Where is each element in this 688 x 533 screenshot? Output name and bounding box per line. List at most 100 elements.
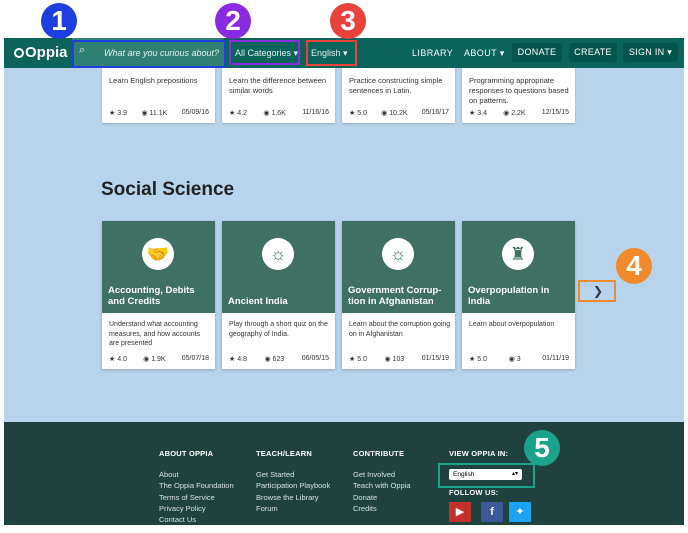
logo-text: Oppia: [25, 44, 68, 61]
footer-heading: FOLLOW US:: [449, 488, 499, 497]
footer-link[interactable]: Participation Playbook: [256, 480, 330, 491]
about-menu[interactable]: ABOUT ▾: [464, 48, 505, 59]
date: 01/15/19: [421, 355, 449, 362]
twitter-icon[interactable]: ✦: [509, 502, 531, 522]
eye-icon: ◉: [264, 356, 271, 363]
exploration-card[interactable]: Programming appropriate responses to que…: [462, 68, 575, 123]
date: 06/05/15: [301, 355, 329, 362]
facebook-icon[interactable]: f: [481, 502, 503, 522]
card-stats: ★ 5.0 ◉ 3 01/11/19: [469, 355, 569, 363]
card-stats: ★ 5.0 ◉ 10.2K 05/16/17: [349, 109, 449, 117]
donate-button[interactable]: DONATE: [512, 43, 562, 62]
views: 623: [272, 356, 285, 363]
card-stats: ★ 4.8 ◉ 623 06/05/15: [229, 355, 329, 363]
oppia-logo[interactable]: Oppia: [14, 44, 68, 61]
footer-contribute-column: CONTRIBUTE Get Involved Teach with Oppia…: [353, 449, 411, 514]
footer-heading: CONTRIBUTE: [353, 449, 405, 458]
annotation-badge-1: 1: [41, 3, 77, 39]
views: 2.2K: [511, 110, 526, 117]
views: 3: [516, 356, 521, 363]
youtube-icon[interactable]: ▶: [449, 502, 471, 522]
card-stats: ★ 4.2 ◉ 1.6K 11/16/16: [229, 109, 329, 117]
card-stats: ★ 3.4 ◉ 2.2K 12/15/15: [469, 109, 569, 117]
card-description: Programming appropriate responses to que…: [469, 76, 569, 105]
logo-icon: [14, 48, 24, 58]
annotation-box-4: [578, 280, 616, 302]
library-link[interactable]: LIBRARY: [412, 48, 453, 58]
chevron-down-icon: ▾: [667, 47, 673, 57]
footer-teach-column: TEACH/LEARN Get Started Participation Pl…: [256, 449, 330, 514]
card-title: Ancient India: [228, 296, 288, 307]
footer-link[interactable]: The Oppia Foundation: [159, 480, 234, 491]
eye-icon: ◉: [384, 356, 391, 363]
eye-icon: ◉: [381, 110, 388, 117]
footer: ABOUT OPPIA About The Oppia Foundation T…: [4, 422, 684, 525]
footer-link[interactable]: Privacy Policy: [159, 503, 234, 514]
card-description: Learn the difference between similar wor…: [229, 76, 327, 95]
eye-icon: ◉: [503, 110, 510, 117]
footer-link[interactable]: About: [159, 469, 234, 480]
card-thumbnail: 🤝 Accounting, Debits and Credits: [102, 221, 215, 313]
annotation-badge-4: 4: [616, 248, 652, 284]
footer-link[interactable]: Teach with Oppia: [353, 480, 411, 491]
exploration-card[interactable]: 🤝 Accounting, Debits and Credits Underst…: [102, 221, 215, 369]
footer-link[interactable]: Browse the Library: [256, 492, 330, 503]
card-stats: ★ 5.0 ◉ 103 01/15/19: [349, 355, 449, 363]
date: 11/16/16: [302, 109, 329, 116]
footer-link[interactable]: Contact Us: [159, 514, 234, 525]
exploration-card[interactable]: Learn English prepositions ★ 3.9 ◉ 11.1K 0…: [102, 68, 215, 123]
annotation-box-1: [72, 40, 226, 68]
eye-icon: ◉: [263, 110, 270, 117]
section-title: Social Science: [101, 179, 235, 200]
handshake-icon: 🤝: [142, 238, 174, 270]
annotation-badge-2: 2: [215, 3, 251, 39]
card-title: Accounting, Debits and Credits: [108, 285, 195, 307]
eye-icon: ◉: [143, 356, 150, 363]
exploration-card[interactable]: ♜ Overpopulation in India Learn about ov…: [462, 221, 575, 369]
rating: 4.0: [117, 356, 127, 363]
eye-icon: ◉: [508, 356, 515, 363]
card-description: Understand what accounting measures, and…: [109, 321, 201, 347]
footer-link[interactable]: Get Started: [256, 469, 330, 480]
rating: 4.2: [237, 110, 247, 117]
views: 1.9K: [151, 356, 166, 363]
footer-heading: VIEW OPPIA IN:: [449, 449, 509, 458]
date: 05/09/16: [181, 109, 209, 116]
annotation-badge-5: 5: [524, 430, 560, 466]
footer-link[interactable]: Terms of Service: [159, 492, 234, 503]
date: 05/07/18: [181, 355, 209, 362]
footer-heading: ABOUT OPPIA: [159, 449, 214, 458]
footer-heading: TEACH/LEARN: [256, 449, 312, 458]
star-icon: ★: [349, 110, 356, 117]
footer-link[interactable]: Donate: [353, 492, 411, 503]
star-icon: ★: [469, 356, 476, 363]
views: 11.1K: [149, 110, 168, 117]
knight-helmet-icon: ♜: [502, 238, 534, 270]
footer-link[interactable]: Get Involved: [353, 469, 411, 480]
sign-in-button[interactable]: SIGN IN ▾: [623, 43, 678, 62]
chevron-down-icon: ▾: [499, 48, 505, 58]
card-stats: ★ 3.9 ◉ 11.1K 05/09/16: [109, 109, 209, 117]
rating: 5.0: [477, 356, 487, 363]
views: 10.2K: [389, 110, 408, 117]
card-thumbnail: ♜ Overpopulation in India: [462, 221, 575, 313]
create-button[interactable]: CREATE: [569, 43, 617, 62]
exploration-card[interactable]: Learn the difference between similar wor…: [222, 68, 335, 123]
exploration-card[interactable]: Practice constructing simple sentences i…: [342, 68, 455, 123]
annotation-badge-3: 3: [330, 3, 366, 39]
date: 05/16/17: [421, 109, 449, 116]
rating: 3.4: [477, 110, 487, 117]
about-label: ABOUT: [464, 48, 497, 58]
footer-link[interactable]: Credits: [353, 503, 411, 514]
exploration-card[interactable]: ☼ Government Corrup-tion in Afghanistan …: [342, 221, 455, 369]
annotation-box-2: [229, 40, 300, 65]
date: 01/11/19: [542, 355, 569, 362]
footer-link[interactable]: Forum: [256, 503, 330, 514]
footer-about-column: ABOUT OPPIA About The Oppia Foundation T…: [159, 449, 234, 525]
exploration-card[interactable]: ☼ Ancient India Play through a short qui…: [222, 221, 335, 369]
rating: 5.0: [357, 356, 367, 363]
card-title: Overpopulation in India: [468, 285, 550, 307]
card-description: Learn English prepositions: [109, 76, 198, 85]
star-icon: ★: [109, 356, 116, 363]
star-icon: ★: [469, 110, 476, 117]
